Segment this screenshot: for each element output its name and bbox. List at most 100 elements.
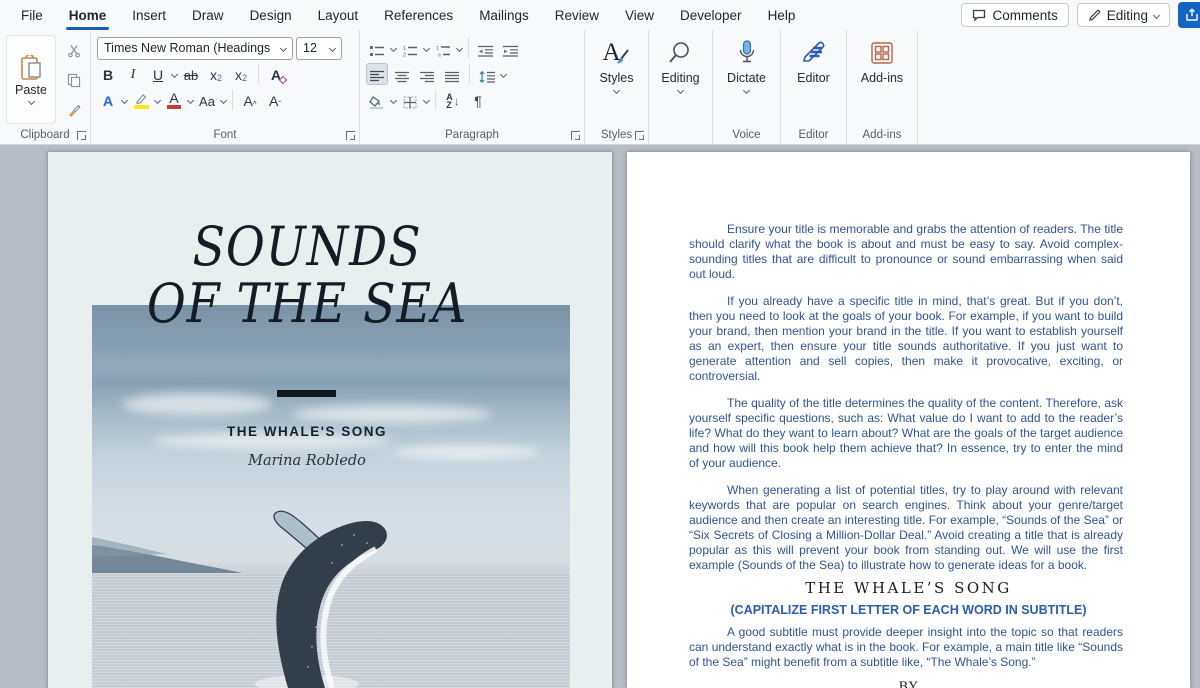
chapter-heading[interactable]: THE WHALE’S SONG: [627, 579, 1190, 597]
font-color-button[interactable]: A: [163, 89, 185, 111]
body-text[interactable]: Ensure your title is memorable and grabs…: [689, 222, 1123, 585]
decrease-indent-button[interactable]: [475, 37, 497, 59]
font-name-select[interactable]: Times New Roman (Headings: [97, 37, 293, 60]
font-size-select[interactable]: 12: [296, 37, 342, 60]
chevron-down-icon: [329, 44, 336, 51]
find-icon: [668, 38, 692, 68]
tab-view[interactable]: View: [612, 0, 667, 30]
editor-pencil-icon: [801, 38, 827, 68]
addins-group: Add-ins Add-ins: [847, 30, 918, 144]
font-dialog-launcher-icon[interactable]: [346, 131, 355, 140]
increase-indent-button[interactable]: [500, 37, 522, 59]
copy-button[interactable]: [62, 69, 86, 93]
divider: [435, 90, 436, 110]
bullet-list-button[interactable]: [366, 37, 388, 59]
subscript-button[interactable]: x2: [205, 63, 227, 85]
chevron-down-icon[interactable]: [187, 96, 194, 103]
chevron-down-icon[interactable]: [220, 96, 227, 103]
tab-design[interactable]: Design: [237, 0, 305, 30]
chevron-down-icon[interactable]: [171, 70, 178, 77]
styles-button[interactable]: A Styles: [590, 33, 642, 126]
chevron-down-icon: [677, 87, 684, 94]
paste-button[interactable]: Paste: [6, 35, 56, 124]
tab-layout[interactable]: Layout: [305, 0, 372, 30]
highlight-button[interactable]: [130, 89, 152, 111]
chevron-down-icon[interactable]: [456, 44, 463, 51]
cut-button[interactable]: [62, 39, 86, 63]
add-ins-button[interactable]: Add-ins: [852, 33, 912, 126]
paragraph-dialog-launcher-icon[interactable]: [571, 131, 580, 140]
subtitle-paragraph[interactable]: A good subtitle must provide deeper insi…: [689, 625, 1123, 670]
editor-group: Editor Editor: [781, 30, 847, 144]
bold-button[interactable]: B: [97, 63, 119, 85]
tab-draw[interactable]: Draw: [179, 0, 237, 30]
paragraph[interactable]: Ensure your title is memorable and grabs…: [689, 222, 1123, 282]
chevron-down-icon[interactable]: [500, 70, 507, 77]
multilevel-list-button[interactable]: 1a: [432, 37, 454, 59]
tab-help[interactable]: Help: [755, 0, 809, 30]
ribbon: Paste: [0, 30, 1200, 145]
paragraph[interactable]: When generating a list of potential titl…: [689, 483, 1123, 573]
format-painter-button[interactable]: [62, 98, 86, 122]
align-left-button[interactable]: [366, 63, 388, 85]
tab-references[interactable]: References: [371, 0, 466, 30]
comments-button[interactable]: Comments: [961, 3, 1068, 27]
pencil-icon: [1088, 9, 1101, 22]
shrink-font-button[interactable]: Aˇ: [264, 89, 286, 111]
superscript-button[interactable]: x2: [230, 63, 252, 85]
borders-button[interactable]: [399, 89, 421, 111]
share-button[interactable]: [1178, 2, 1200, 28]
svg-text:2: 2: [403, 53, 406, 58]
clipboard-dialog-launcher-icon[interactable]: [77, 131, 86, 140]
font-group: Times New Roman (Headings 12 B I U: [91, 30, 360, 144]
document-canvas: SOUNDS OF THE SEA THE WHALE'S SONG Marin…: [0, 145, 1200, 688]
chevron-down-icon[interactable]: [154, 96, 161, 103]
change-case-button[interactable]: Aa: [196, 89, 218, 111]
chevron-down-icon[interactable]: [121, 96, 128, 103]
editing-mode-button[interactable]: Editing: [1077, 3, 1170, 27]
chevron-down-icon: [1153, 11, 1160, 18]
numbered-list-button[interactable]: 12: [399, 37, 421, 59]
justify-button[interactable]: [441, 63, 463, 85]
sort-button[interactable]: AZ↓: [442, 89, 464, 111]
paragraph[interactable]: If you already have a specific title in …: [689, 294, 1123, 384]
cover-subtitle[interactable]: THE WHALE'S SONG: [48, 424, 566, 439]
clear-formatting-button[interactable]: A: [265, 63, 287, 85]
shading-button[interactable]: [366, 89, 388, 111]
tab-review[interactable]: Review: [542, 0, 612, 30]
divider: [258, 64, 259, 84]
editor-button[interactable]: Editor: [788, 33, 839, 126]
align-right-button[interactable]: [416, 63, 438, 85]
content-page[interactable]: Ensure your title is memorable and grabs…: [627, 152, 1190, 688]
paragraph[interactable]: The quality of the title determines the …: [689, 396, 1123, 471]
cover-title[interactable]: SOUNDS OF THE SEA: [79, 218, 535, 332]
chevron-down-icon[interactable]: [390, 96, 397, 103]
grow-font-button[interactable]: A^: [239, 89, 261, 111]
dictate-button[interactable]: Dictate: [718, 33, 775, 126]
chevron-down-icon[interactable]: [423, 96, 430, 103]
chapter-subheading[interactable]: (CAPITALIZE FIRST LETTER OF EACH WORD IN…: [627, 603, 1190, 617]
align-center-button[interactable]: [391, 63, 413, 85]
tab-mailings[interactable]: Mailings: [466, 0, 542, 30]
italic-button[interactable]: I: [122, 63, 144, 85]
tab-insert[interactable]: Insert: [119, 0, 179, 30]
line-spacing-button[interactable]: [476, 63, 498, 85]
strikethrough-button[interactable]: ab: [180, 63, 202, 85]
ribbon-tab-bar: File Home Insert Draw Design Layout Refe…: [0, 0, 1200, 30]
show-hide-pilcrow-button[interactable]: ¶: [467, 89, 489, 111]
underline-button[interactable]: U: [147, 63, 169, 85]
editing-button[interactable]: Editing: [652, 33, 708, 126]
dictate-label: Dictate: [727, 71, 766, 85]
tab-developer[interactable]: Developer: [667, 0, 755, 30]
chevron-down-icon[interactable]: [423, 44, 430, 51]
chevron-down-icon[interactable]: [390, 44, 397, 51]
cover-author[interactable]: Marina Robledo: [48, 453, 566, 469]
by-label[interactable]: BY: [627, 680, 1190, 688]
tab-home[interactable]: Home: [56, 0, 120, 30]
text-effects-button[interactable]: A: [97, 89, 119, 111]
ribbon-tabs: File Home Insert Draw Design Layout Refe…: [0, 0, 808, 30]
cover-page[interactable]: SOUNDS OF THE SEA THE WHALE'S SONG Marin…: [48, 152, 612, 688]
addins-group-label: Add-ins: [863, 129, 902, 141]
styles-dialog-launcher-icon[interactable]: [635, 131, 644, 140]
tab-file[interactable]: File: [8, 0, 56, 30]
